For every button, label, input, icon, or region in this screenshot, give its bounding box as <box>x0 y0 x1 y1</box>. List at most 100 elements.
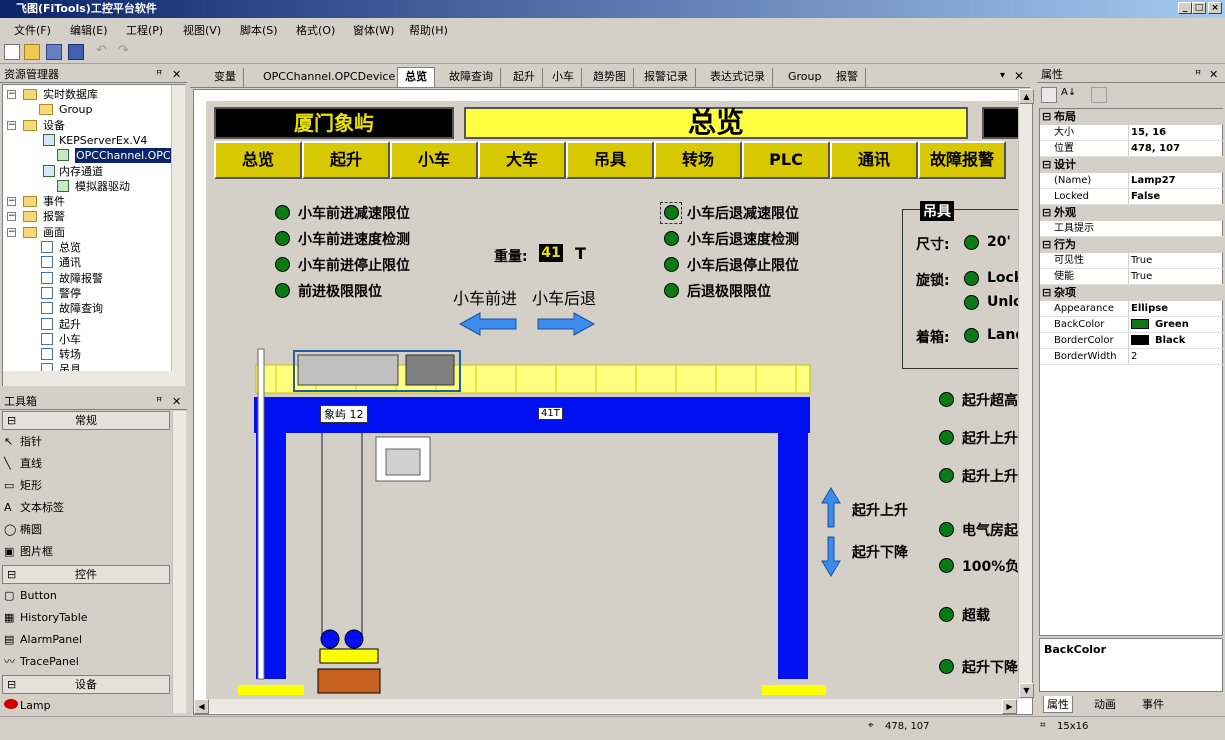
pin-icon[interactable]: ꟸ <box>156 66 162 83</box>
close-document-icon[interactable]: ✕ <box>1014 69 1024 83</box>
prop-tab-1[interactable]: 动画 <box>1091 696 1119 712</box>
hoist-lamp[interactable] <box>939 558 954 573</box>
tree-item[interactable]: 故障报警 <box>3 271 171 286</box>
collapse-icon[interactable]: ⊟ <box>1042 109 1051 125</box>
expand-icon[interactable]: − <box>7 212 16 222</box>
property-category[interactable]: ⊟ 设计 <box>1040 157 1224 173</box>
toolbox-item[interactable]: Lamp <box>4 697 164 715</box>
canvas-vscrollbar[interactable]: ▲ ▼ <box>1018 89 1034 699</box>
tab-5[interactable]: 小车 <box>545 68 582 87</box>
close-icon[interactable]: ✕ <box>172 66 181 83</box>
tree-item[interactable]: − 设备 <box>3 118 171 133</box>
tree-item[interactable]: Group <box>3 102 171 117</box>
tree-item[interactable]: − 画面 <box>3 225 171 240</box>
scroll-right-icon[interactable]: ▶ <box>1002 699 1017 714</box>
limit-lamp[interactable] <box>275 205 290 220</box>
tab-10[interactable]: 报警 <box>829 68 866 87</box>
hoist-lamp[interactable] <box>939 392 954 407</box>
toolbox-item[interactable]: ▤ AlarmPanel <box>4 631 164 649</box>
open-folder-icon[interactable] <box>24 44 40 60</box>
redo-icon[interactable]: ↷ <box>118 44 134 60</box>
property-category[interactable]: ⊟ 外观 <box>1040 205 1224 221</box>
tree-item[interactable]: KEPServerEx.V4 <box>3 133 171 148</box>
toolbox-section[interactable]: 常规 ⊟ <box>2 411 170 430</box>
menu-window[interactable]: 窗体(W) <box>353 22 394 38</box>
tree-vscrollbar[interactable] <box>171 85 185 371</box>
property-row[interactable]: BorderColor Black <box>1040 333 1224 349</box>
hoist-lamp[interactable] <box>939 430 954 445</box>
new-file-icon[interactable] <box>4 44 20 60</box>
size-lamp[interactable] <box>964 235 979 250</box>
tab-7[interactable]: 报警记录 <box>637 68 696 87</box>
expand-icon[interactable]: − <box>7 227 16 237</box>
tree-item[interactable]: 模拟器驱动 <box>3 179 171 194</box>
collapse-icon[interactable]: ⊟ <box>1042 285 1051 301</box>
close-icon[interactable]: ✕ <box>172 393 181 410</box>
property-value[interactable]: False <box>1128 189 1224 204</box>
property-value[interactable]: Lamp27 <box>1128 173 1224 188</box>
close-button[interactable]: × <box>1208 2 1222 14</box>
property-value[interactable]: True <box>1128 269 1224 284</box>
property-value[interactable]: Green <box>1128 317 1224 332</box>
nav-button[interactable]: 小车 <box>390 141 478 179</box>
tree-item[interactable]: OPCChannel.OPCDe <box>3 148 171 164</box>
property-row[interactable]: 位置 478, 107 <box>1040 141 1224 157</box>
limit-lamp[interactable] <box>275 257 290 272</box>
tree-item[interactable]: − 实时数据库 <box>3 87 171 102</box>
property-value[interactable]: 478, 107 <box>1128 141 1224 156</box>
property-row[interactable]: 可见性 True <box>1040 253 1224 269</box>
property-row[interactable]: Locked False <box>1040 189 1224 205</box>
unlock-lamp[interactable] <box>964 295 979 310</box>
scroll-left-icon[interactable]: ◀ <box>194 699 209 714</box>
property-pages-icon[interactable] <box>1091 87 1107 103</box>
tab-6[interactable]: 趋势图 <box>586 68 634 87</box>
hoist-lamp[interactable] <box>939 607 954 622</box>
limit-lamp[interactable] <box>275 231 290 246</box>
property-value[interactable]: Ellipse <box>1128 301 1224 316</box>
maximize-button[interactable]: □ <box>1192 2 1206 14</box>
toolbox-section[interactable]: 控件 ⊟ <box>2 565 170 584</box>
save-icon[interactable] <box>68 44 84 60</box>
selection-handle[interactable] <box>660 202 682 224</box>
tree-item[interactable]: 转场 <box>3 347 171 362</box>
limit-lamp[interactable] <box>275 283 290 298</box>
limit-lamp[interactable] <box>664 283 679 298</box>
tab-2[interactable]: 总览 <box>397 67 435 87</box>
tree-item[interactable]: 起升 <box>3 317 171 332</box>
toolbox-section[interactable]: 设备 ⊟ <box>2 675 170 694</box>
toolbox-item[interactable]: ↖ 指针 <box>4 433 164 451</box>
nav-button[interactable]: 通讯 <box>830 141 918 179</box>
property-value[interactable]: Black <box>1128 333 1224 348</box>
tree-item[interactable]: − 事件 <box>3 194 171 209</box>
toolbox-item[interactable]: ╲ 直线 <box>4 455 164 473</box>
toolbox-vscrollbar[interactable] <box>172 411 186 713</box>
expand-icon[interactable]: − <box>7 197 16 207</box>
tab-list-icon[interactable]: ▾ <box>1000 70 1005 81</box>
hoist-lamp[interactable] <box>939 468 954 483</box>
tab-3[interactable]: 故障查询 <box>442 68 501 87</box>
tree-hscrollbar[interactable] <box>3 371 185 386</box>
menu-format[interactable]: 格式(O) <box>296 22 335 38</box>
property-category[interactable]: ⊟ 布局 <box>1040 109 1224 125</box>
property-category[interactable]: ⊟ 杂项 <box>1040 285 1224 301</box>
prop-tab-2[interactable]: 事件 <box>1139 696 1167 712</box>
nav-button[interactable]: 起升 <box>302 141 390 179</box>
tree-item[interactable]: − 报警 <box>3 209 171 224</box>
tree-item[interactable]: 小车 <box>3 332 171 347</box>
nav-button[interactable]: 吊具 <box>566 141 654 179</box>
toolbox-item[interactable]: ▢ Button <box>4 587 164 605</box>
property-row[interactable]: BackColor Green <box>1040 317 1224 333</box>
scroll-up-icon[interactable]: ▲ <box>1019 89 1034 104</box>
collapse-icon[interactable]: ⊟ <box>7 412 16 429</box>
pin-icon[interactable]: ꟸ <box>1195 66 1201 83</box>
close-icon[interactable]: ✕ <box>1209 66 1218 83</box>
toolbox-item[interactable]: ▭ 矩形 <box>4 477 164 495</box>
tree-item[interactable]: 故障查询 <box>3 301 171 316</box>
minimize-button[interactable]: _ <box>1178 2 1192 14</box>
property-row[interactable]: BorderWidth 2 <box>1040 349 1224 365</box>
save-all-icon[interactable] <box>46 44 62 60</box>
tree-item[interactable]: 吊具 <box>3 362 171 371</box>
canvas-hscrollbar[interactable]: ◀ ▶ <box>194 699 1018 714</box>
toolbox-item[interactable]: A 文本标签 <box>4 499 164 517</box>
tab-1[interactable]: OPCChannel.OPCDevice <box>256 68 404 87</box>
